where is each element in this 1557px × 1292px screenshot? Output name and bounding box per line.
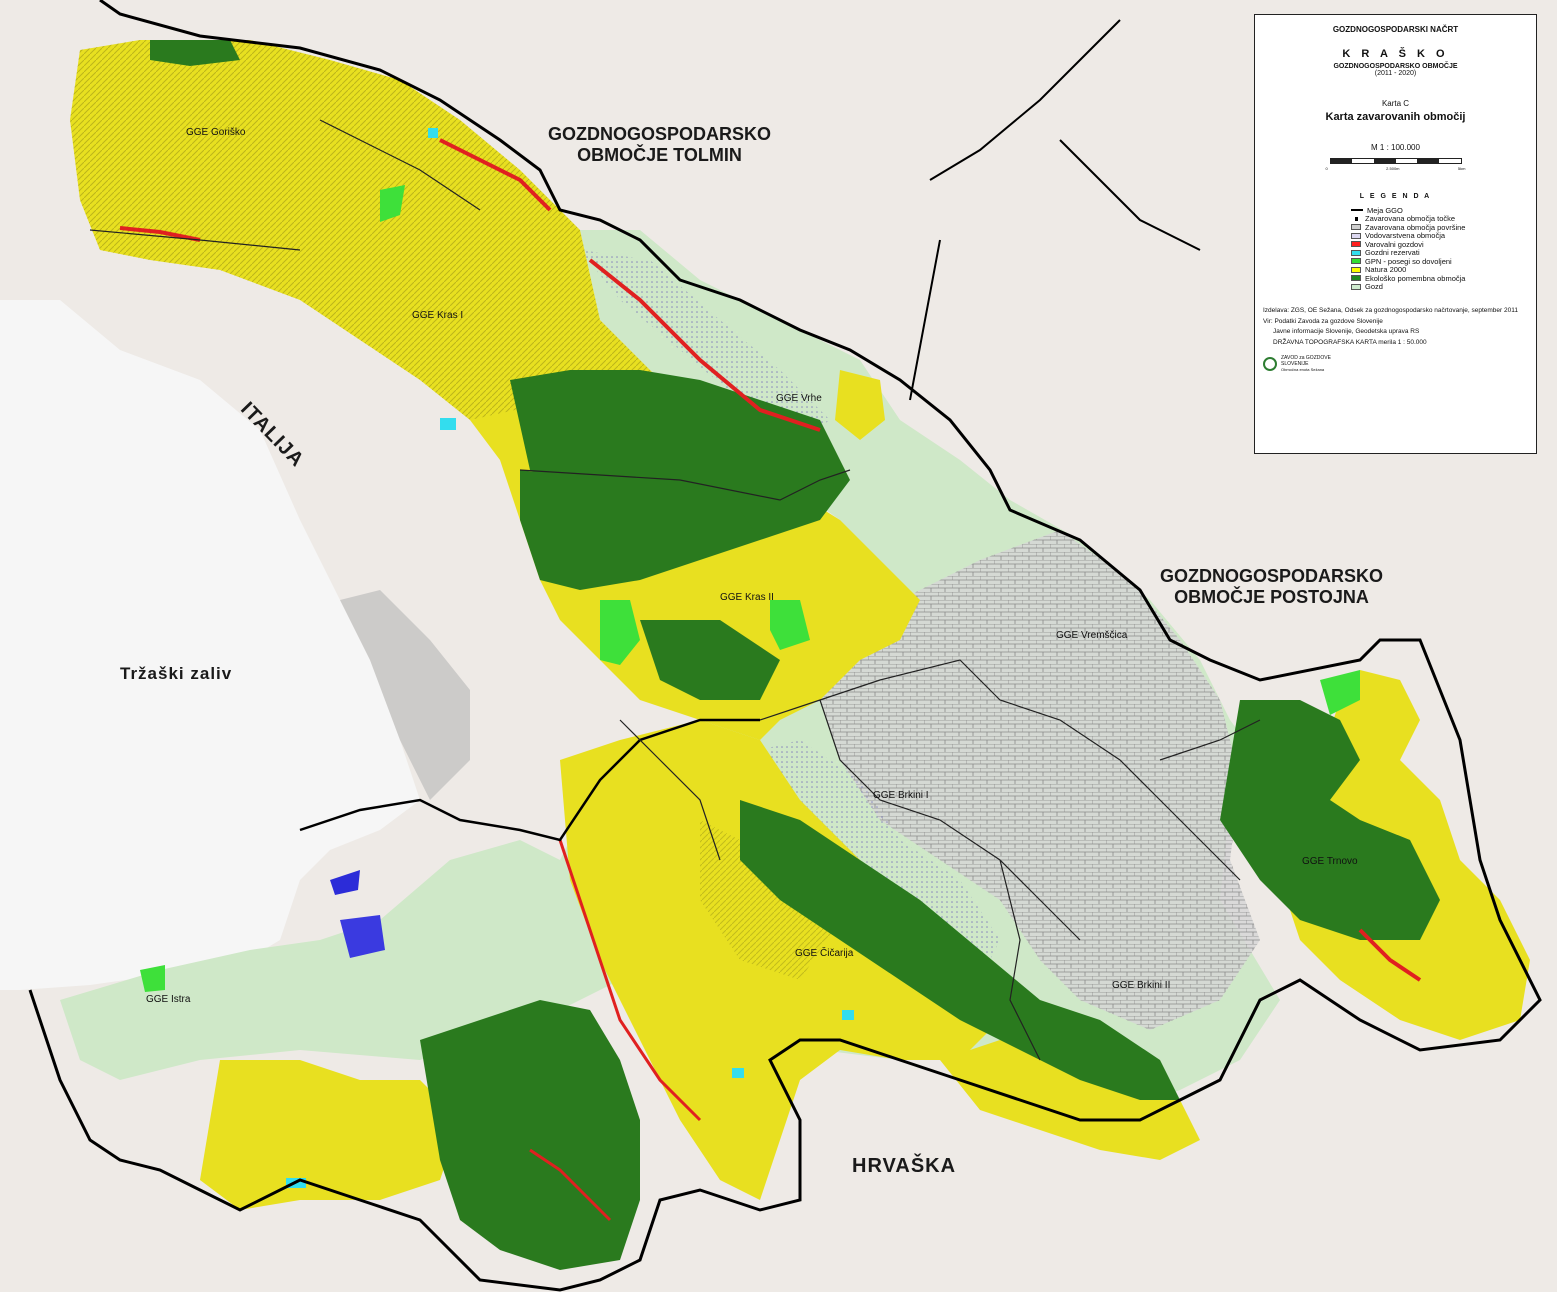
legend-swatch [1351, 275, 1361, 282]
map-number: Karta C [1381, 99, 1410, 108]
legend-swatch [1351, 258, 1361, 265]
legend-item: Vodovarstvena območja [1351, 231, 1528, 240]
gge-label-gorisko: GGE Goriško [186, 127, 246, 138]
credits: Izdelava: ZGS, OE Sežana, Odsek za gozdn… [1263, 307, 1528, 347]
legend-swatch [1351, 216, 1361, 222]
credits-source: DRŽAVNA TOPOGRAFSKA KARTA merila 1 : 50.… [1273, 338, 1427, 346]
plan-period: (2011 - 2020) [1374, 70, 1417, 77]
legend-item: Meja GGO [1351, 206, 1528, 215]
area-type: GOZDNOGOSPODARSKO OBMOČJE [1333, 63, 1458, 70]
forest-reserve-4 [732, 1068, 744, 1078]
legend-item: Ekološko pomembna območja [1351, 274, 1528, 283]
legend-item: Gozdni rezervati [1351, 248, 1528, 257]
zgs-logo-icon [1263, 357, 1277, 371]
scale-tick: 2.500m [1386, 166, 1400, 171]
legend-heading: L E G E N D A [1359, 193, 1432, 200]
legend-item: Natura 2000 [1351, 265, 1528, 274]
gge-label-kras1: GGE Kras I [412, 310, 464, 321]
legend-item: Zavarovana območja točke [1351, 214, 1528, 223]
forest-reserve-2 [428, 128, 438, 138]
legend-item: Gozd [1351, 282, 1528, 292]
legend-item: GPN - posegi so dovoljeni [1351, 257, 1528, 266]
natura-istra [200, 1060, 460, 1210]
legend-item: Zavarovana območja površine [1351, 223, 1528, 232]
gge-label-brkini1: GGE Brkini I [873, 790, 929, 801]
scale-tick: 0 [1325, 166, 1328, 171]
gulf-label: Tržaški zaliv [120, 664, 233, 683]
legend-list: Meja GGO Zavarovana območja točke Zavarova… [1351, 206, 1528, 291]
legend-swatch [1351, 283, 1361, 290]
gge-label-cicarija: GGE Čičarija [795, 948, 854, 959]
zgs-logo: ZAVOD za GOZDOVE SLOVENIJE Območna enota… [1263, 355, 1528, 373]
legend-swatch [1351, 224, 1361, 231]
credits-made-by: Izdelava: ZGS, OE Sežana, Odsek za gozdn… [1263, 307, 1518, 314]
legend-swatch [1351, 232, 1361, 239]
gge-label-kras2: GGE Kras II [720, 592, 774, 603]
legend-item: Varovalni gozdovi [1351, 240, 1528, 249]
scale-ticks: 0 2.500m 5km [1326, 166, 1466, 171]
eco-cicarija [420, 1000, 640, 1270]
gge-label-vremscica: GGE Vremščica [1056, 630, 1128, 641]
logo-text-3: Območna enota Sežana [1281, 367, 1325, 372]
forest-reserve-3 [842, 1010, 854, 1020]
legend-swatch [1351, 209, 1363, 212]
legend-swatch [1351, 249, 1361, 256]
legend-swatch [1351, 266, 1361, 273]
scale-tick: 5km [1457, 166, 1466, 171]
credits-source: Javne informacije Slovenije, Geodetska u… [1273, 328, 1420, 335]
gge-label-istra: GGE Istra [146, 994, 191, 1005]
gge-label-vrhe: GGE Vrhe [776, 393, 822, 404]
region-label-postojna: GOZDNOGOSPODARSKO OBMOČJE POSTOJNA [1160, 566, 1384, 607]
region-title: K R A Š K O [1342, 48, 1449, 60]
map-scale: M 1 : 100.000 [1371, 143, 1420, 152]
gge-label-trnovo: GGE Trnovo [1302, 856, 1358, 867]
legend-panel: GOZDNOGOSPODARSKI NAČRT K R A Š K O GOZD… [1254, 14, 1537, 454]
legend-swatch [1351, 241, 1361, 248]
country-label-croatia: HRVAŠKA [852, 1155, 957, 1177]
gge-label-brkini2: GGE Brkini II [1112, 980, 1171, 991]
region-label-tolmin: GOZDNOGOSPODARSKO OBMOČJE TOLMIN [548, 124, 772, 165]
plan-title: GOZDNOGOSPODARSKI NAČRT [1332, 25, 1459, 34]
lake-ankaran [330, 870, 360, 895]
scale-bar [1329, 158, 1462, 164]
map-title: Karta zavarovanih območij [1325, 111, 1466, 123]
legend-label: Gozd [1365, 282, 1383, 292]
credits-source: Vir: Podatki Zavoda za gozdove Slovenije [1263, 317, 1383, 325]
ggo-boundary-east [909, 19, 1201, 401]
forest-reserve-1 [440, 418, 456, 430]
